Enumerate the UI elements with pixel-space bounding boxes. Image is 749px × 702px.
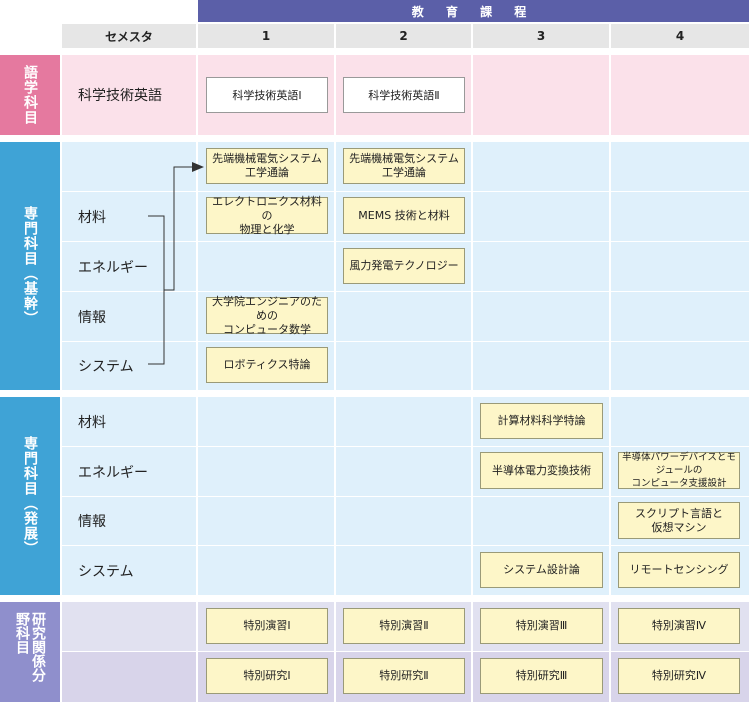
course-adv-6: リモートセンシング [618,552,740,588]
course-basic-2: 先端機械電気システム 工学通論 [343,148,465,184]
course-adv-5: システム設計論 [480,552,603,588]
advanced-row-energy: エネルギー [78,464,148,481]
course-basic-6: 大学院エンジニアのための コンピュータ数学 [206,295,328,336]
language-row-label: 科学技術英語 [78,88,162,104]
advanced-row-system: システム [78,563,134,580]
practice-2: 特別演習Ⅱ [343,608,465,644]
practice-3: 特別演習Ⅲ [480,608,603,644]
basic-band: 専門科目（基幹） [0,142,60,390]
course-english-2: 科学技術英語Ⅱ [343,77,465,113]
course-adv-2: 半導体電力変換技術 [480,452,603,489]
column-header-1: 1 [198,24,334,48]
course-basic-5: 風力発電テクノロジー [343,248,465,284]
connector-arrow [148,162,204,365]
language-band: 語学科目 [0,55,60,135]
course-basic-7: ロボティクス特論 [206,347,328,383]
course-english-1: 科学技術英語Ⅰ [206,77,328,113]
semester-header: セメスタ [62,24,196,48]
course-adv-3: 半導体パワーデバイスとモジュールの コンピュータ支援設計 [618,452,740,489]
column-header-2: 2 [336,24,471,48]
course-adv-1: 計算材料科学特論 [480,403,603,439]
column-header-4: 4 [611,24,749,48]
study-1: 特別研究Ⅰ [206,658,328,694]
course-basic-3: エレクトロニクス材料の 物理と化学 [206,195,328,236]
research-band-label: 研究関係分野科目 [14,612,46,682]
practice-4: 特別演習Ⅳ [618,608,740,644]
study-4: 特別研究Ⅳ [618,658,740,694]
study-2: 特別研究Ⅱ [343,658,465,694]
course-basic-4: MEMS 技術と材料 [343,197,465,234]
advanced-band: 専門科目（発展） [0,397,60,595]
course-adv-4: スクリプト言語と 仮想マシン [618,502,740,539]
study-3: 特別研究Ⅲ [480,658,603,694]
practice-1: 特別演習Ⅰ [206,608,328,644]
column-header-3: 3 [473,24,609,48]
research-band: 研究関係分野科目 [0,602,60,702]
course-basic-1: 先端機械電気システム 工学通論 [206,148,328,184]
advanced-row-materials: 材料 [78,414,106,431]
advanced-row-information: 情報 [78,514,106,530]
program-header: 教 育 課 程 [198,0,749,22]
